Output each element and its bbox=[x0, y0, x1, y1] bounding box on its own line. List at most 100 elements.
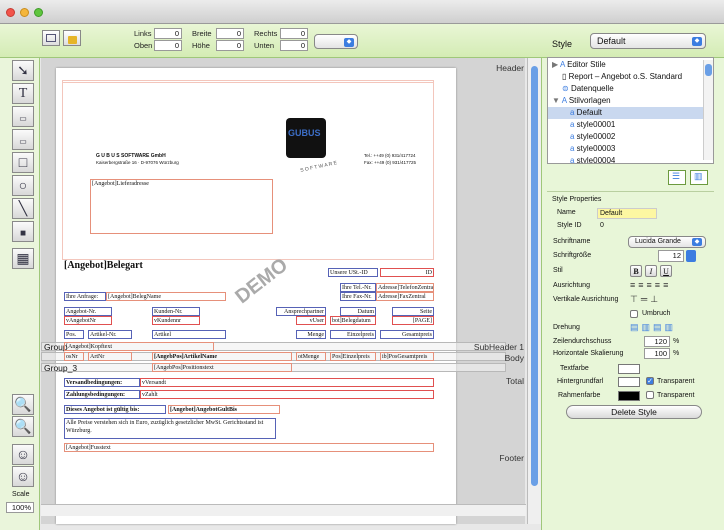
font-select[interactable]: Lucida Grande ◆ bbox=[628, 236, 706, 248]
ust-label[interactable]: Unsere USt.-ID bbox=[328, 268, 378, 277]
tree-item-report[interactable]: ▯ Report – Angebot o.S. Standard bbox=[562, 71, 682, 83]
zoom-window-button[interactable] bbox=[34, 8, 43, 17]
artnr-field[interactable]: ArtNr bbox=[88, 352, 132, 361]
align-full-icon[interactable]: ≡ bbox=[663, 280, 671, 290]
detail-view-button[interactable]: ▥ bbox=[690, 170, 708, 185]
picture-tool[interactable]: ■ bbox=[12, 221, 34, 242]
anfrage-label[interactable]: Ihre Anfrage: bbox=[64, 292, 106, 301]
tree-item-editor-stile[interactable]: ▶ A Editor Stile bbox=[552, 59, 606, 71]
scale-field[interactable]: 100% bbox=[6, 502, 34, 513]
valign-buttons[interactable]: ⊤═⊥ bbox=[630, 294, 670, 305]
col-gesamtpreis[interactable]: Gesamtpreis bbox=[380, 330, 434, 339]
belegname-field[interactable]: [Angebot]BelegName bbox=[106, 292, 226, 301]
tel-value[interactable]: Adresse]TelefonZentral bbox=[376, 283, 434, 292]
rotate-270-icon[interactable]: ▥ bbox=[665, 322, 677, 332]
posnr-field[interactable]: osNr bbox=[64, 352, 84, 361]
lock-button[interactable] bbox=[63, 30, 81, 46]
breite-field[interactable]: 0 bbox=[216, 28, 244, 39]
close-window-button[interactable] bbox=[6, 8, 15, 17]
rechts-field[interactable]: 0 bbox=[280, 28, 308, 39]
font-size-field[interactable]: 12 bbox=[658, 250, 684, 262]
italic-button[interactable]: I bbox=[645, 265, 657, 277]
rotate-90-icon[interactable]: ▥ bbox=[642, 322, 654, 332]
canvas-vertical-scrollbar[interactable] bbox=[527, 58, 541, 524]
fusstext-field[interactable]: [Angebot]Fusstext bbox=[64, 443, 434, 452]
user-field[interactable]: vUser bbox=[296, 316, 326, 325]
postmenge-field[interactable]: otMenge bbox=[296, 352, 326, 361]
umbruch-checkbox[interactable] bbox=[630, 310, 638, 318]
page-number-field[interactable]: [PAGE] bbox=[392, 316, 434, 325]
gueltig-label[interactable]: Dieses Angebot ist gültig bis: bbox=[64, 405, 166, 414]
rectangle-tool[interactable]: □ bbox=[12, 152, 34, 173]
text-tool[interactable]: T bbox=[12, 83, 34, 104]
unten-field[interactable]: 0 bbox=[280, 40, 308, 51]
rotation-buttons[interactable]: ▤▥▤▥ bbox=[630, 322, 690, 333]
bold-button[interactable]: B bbox=[630, 265, 642, 277]
text-color-swatch[interactable] bbox=[618, 364, 640, 374]
minimize-window-button[interactable] bbox=[20, 8, 29, 17]
background-color-swatch[interactable] bbox=[618, 377, 640, 387]
col-menge[interactable]: Menge bbox=[296, 330, 326, 339]
versand-field[interactable]: vVersandt bbox=[140, 378, 434, 387]
zahlung-label[interactable]: Zahlungsbedingungen: bbox=[64, 390, 140, 399]
positionstext-field[interactable]: [AngebPos]Positionstext bbox=[152, 363, 292, 372]
angebotnr-label[interactable]: Angebot-Nr. bbox=[64, 307, 112, 316]
name-field[interactable]: Default bbox=[597, 208, 657, 219]
align-buttons[interactable]: ≡≡≡≡≡ bbox=[630, 280, 706, 291]
links-field[interactable]: 0 bbox=[154, 28, 182, 39]
tree-item-datenquelle[interactable]: ⊜ Datenquelle bbox=[562, 83, 614, 95]
rotate-0-icon[interactable]: ▤ bbox=[630, 322, 642, 332]
col-pos[interactable]: Pos. bbox=[64, 330, 84, 339]
label-tool[interactable]: ▭ bbox=[12, 129, 34, 150]
ansprech-label[interactable]: Ansprechpartner bbox=[276, 307, 326, 316]
kundennr-field[interactable]: vKundennr bbox=[152, 316, 200, 325]
font-size-stepper[interactable] bbox=[686, 250, 696, 262]
tree-item-stilvorlagen[interactable]: ▼ A Stilvorlagen bbox=[552, 95, 611, 107]
fax-value[interactable]: Adresse]FaxZentral bbox=[376, 292, 434, 301]
belegart-field[interactable]: [Angebot]Belegart bbox=[64, 260, 143, 271]
hoehe-field[interactable]: 0 bbox=[216, 40, 244, 51]
posgesamt-field[interactable]: ib]PosGesamtpreis bbox=[380, 352, 434, 361]
col-artikel[interactable]: Artikel bbox=[152, 330, 226, 339]
tel-label[interactable]: Ihre Tel.-Nr. bbox=[340, 283, 376, 292]
arrow-tool[interactable]: ➘ bbox=[12, 60, 34, 81]
oval-tool[interactable]: ○ bbox=[12, 175, 34, 196]
underline-button[interactable]: U bbox=[660, 265, 672, 277]
belegdatum-field[interactable]: bot]Belegdatum bbox=[330, 316, 376, 325]
zahlung-field[interactable]: vZahlt bbox=[140, 390, 434, 399]
valign-middle-icon[interactable]: ═ bbox=[641, 294, 650, 304]
rotate-180-icon[interactable]: ▤ bbox=[653, 322, 665, 332]
fax-label[interactable]: Ihre Fax-Nr. bbox=[340, 292, 376, 301]
seite-label[interactable]: Seite bbox=[392, 307, 434, 316]
add-user-tool[interactable]: ☺ bbox=[12, 444, 34, 465]
delete-style-button[interactable]: Delete Style bbox=[566, 405, 702, 419]
artikelname-field[interactable]: [AngebPos]ArtikelName bbox=[152, 352, 292, 361]
zoom-out-tool[interactable]: 🔍 bbox=[12, 416, 34, 437]
canvas-horizontal-scrollbar[interactable] bbox=[41, 504, 526, 516]
ust-value[interactable]: ID bbox=[380, 268, 434, 277]
tree-item-style00001[interactable]: a style00001 bbox=[570, 119, 615, 131]
line-tool[interactable]: ╲ bbox=[12, 198, 34, 219]
col-artikelnr[interactable]: Artikel-Nr. bbox=[88, 330, 132, 339]
style-select[interactable]: Default ◆ bbox=[590, 33, 706, 49]
valign-bottom-icon[interactable]: ⊥ bbox=[650, 294, 661, 304]
user-tool[interactable]: ☺ bbox=[12, 466, 34, 487]
table-tool[interactable]: ▦ bbox=[12, 248, 34, 269]
kopftext-field[interactable]: [Angebot]Kopftext bbox=[64, 342, 214, 351]
align-right-icon[interactable]: ≡ bbox=[647, 280, 655, 290]
hskal-field[interactable]: 100 bbox=[644, 348, 670, 359]
hinweis-text[interactable]: Alle Preise verstehen sich in Euro, zuzü… bbox=[64, 418, 276, 439]
align-center-icon[interactable]: ≡ bbox=[638, 280, 646, 290]
oben-field[interactable]: 0 bbox=[154, 40, 182, 51]
field-tool[interactable]: ▭ bbox=[12, 106, 34, 127]
angebotnr-field[interactable]: vAngebotNr bbox=[64, 316, 112, 325]
lieferadresse-field[interactable]: [Angebot]Lieferadresse bbox=[90, 179, 273, 234]
gueltig-field[interactable]: [Angebot]AngebotGultBis bbox=[168, 405, 280, 414]
zoom-in-tool[interactable]: 🔍 bbox=[12, 394, 34, 415]
transparent-border-checkbox[interactable] bbox=[646, 391, 654, 399]
tree-scrollbar[interactable] bbox=[703, 60, 713, 160]
scroll-thumb[interactable] bbox=[531, 66, 538, 486]
align-justify-icon[interactable]: ≡ bbox=[655, 280, 663, 290]
grid-toggle-button[interactable] bbox=[42, 30, 60, 46]
datum-label[interactable]: Datum bbox=[340, 307, 376, 316]
